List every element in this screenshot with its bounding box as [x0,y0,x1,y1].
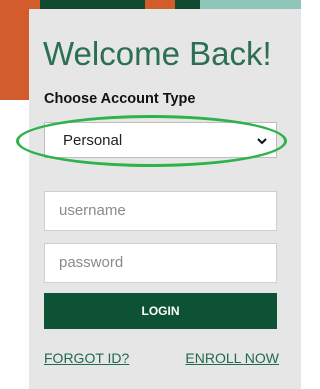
welcome-title: Welcome Back! [43,35,272,72]
top-accent-bar [40,0,200,9]
chevron-down-icon [257,138,267,145]
login-button[interactable]: LOGIN [44,293,277,329]
account-type-value: Personal [63,132,123,149]
forgot-id-link[interactable]: FORGOT ID? [44,350,129,366]
top-accent-bar-orange [145,0,175,9]
password-placeholder: password [59,254,124,271]
login-panel: Welcome Back! Choose Account Type Person… [16,9,301,389]
password-input[interactable]: password [44,243,277,283]
username-input[interactable]: username [44,191,277,231]
enroll-now-link[interactable]: ENROLL NOW [185,350,279,366]
account-type-select[interactable]: Personal [44,122,277,158]
account-type-label: Choose Account Type [44,91,196,107]
username-placeholder: username [59,202,126,219]
top-accent-bar-light [200,0,301,9]
